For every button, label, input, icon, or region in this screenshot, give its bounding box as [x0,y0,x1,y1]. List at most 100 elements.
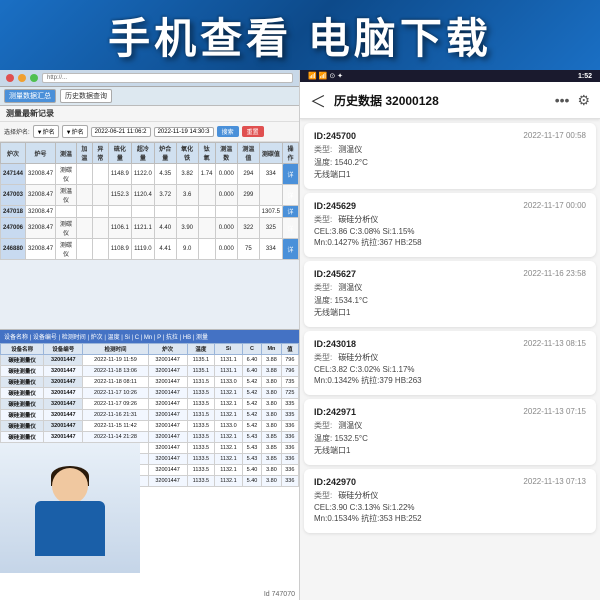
spreadsheet-cell: 3.88 [262,366,281,377]
date-select[interactable]: ▼炉名 [62,125,88,138]
date-from[interactable]: 2022-06-21 11:06:2 [91,127,151,137]
record-type-label: 类型: [314,214,332,225]
table-cell[interactable]: 详 [283,185,299,206]
sp-col-temp: 温度 [187,344,215,355]
table-cell: 1307.5 [259,206,282,218]
table-cell: 32008.47 [26,218,56,239]
status-time: 1:52 [578,73,592,80]
table-cell: 1106.1 [108,218,131,239]
record-type-row: 类型:测温仪 [314,420,586,431]
spreadsheet-cell: 336 [281,443,298,454]
spreadsheet-cell: 1132.1 [215,454,243,465]
table-cell[interactable]: 详 [283,239,299,260]
spreadsheet-cell: 5.40 [242,476,261,487]
spreadsheet-cell: 32001447 [44,410,83,421]
record-id: ID:245629 [314,201,356,211]
person-silhouette [0,443,140,573]
record-type-row: 类型:碳硅分析仪 [314,214,586,225]
table-cell[interactable]: 详 [283,218,299,239]
record-detail2: 无线端口1 [314,169,586,180]
sp-col-val: 值 [281,344,298,355]
spreadsheet-cell: 5.42 [242,421,261,432]
person-torso [35,501,105,556]
search-button[interactable]: 搜索 [217,126,239,137]
record-card[interactable]: ID:2457002022-11-17 00:58类型:测温仪温度: 1540.… [304,123,596,189]
col-iron-oxide: 氧化铁 [176,143,198,164]
spreadsheet-cell: 2022-11-19 11:59 [83,355,148,366]
record-header: ID:2429702022-11-13 07:13 [314,477,586,487]
table-cell: 0.000 [215,218,237,239]
spreadsheet-cell: 3.85 [262,432,281,443]
sp-col-c: C [242,344,261,355]
spreadsheet-cell: 32001447 [148,454,187,465]
table-cell[interactable]: 详 [283,164,299,185]
table-cell: 247144 [1,164,26,185]
table-cell: 4.41 [154,239,176,260]
table-cell [131,206,154,218]
spreadsheet-cell: 2022-11-16 21:31 [83,410,148,421]
spreadsheet-bar: 设备名称 | 设备编号 | 检测时间 | 炉次 | 温度 | Si | C | … [4,335,208,341]
table-cell: 247018 [1,206,26,218]
left-panel: http://... 测量数据汇总 历史数据查询 测量最新记录 选择炉名: ▼炉… [0,70,300,600]
spreadsheet-cell: 碳硅测量仪 [1,366,44,377]
table-cell[interactable]: 详 [283,206,299,218]
record-card[interactable]: ID:2429712022-11-13 07:15类型:测温仪温度: 1532.… [304,399,596,465]
record-type-row: 类型:碳硅分析仪 [314,490,586,501]
table-cell: 1121.1 [131,218,154,239]
spreadsheet-cell: 1132.1 [215,399,243,410]
spreadsheet-cell: 碳硅测量仪 [1,432,44,443]
spreadsheet-cell: 32001447 [44,421,83,432]
record-header: ID:2430182022-11-13 08:15 [314,339,586,349]
record-type-row: 类型:碳硅分析仪 [314,352,586,363]
spreadsheet-cell: 32001447 [148,355,187,366]
record-type-row: 类型:测温仪 [314,282,586,293]
record-card[interactable]: ID:2430182022-11-13 08:15类型:碳硅分析仪CEL:3.8… [304,331,596,395]
spreadsheet-cell: 1132.1 [215,465,243,476]
spreadsheet-row: 碳硅测量仪320014472022-11-17 09:2632001447113… [1,399,299,410]
spreadsheet-cell: 32001447 [148,399,187,410]
record-type-value: 测温仪 [338,282,362,293]
spreadsheet-cell: 336 [281,476,298,487]
spreadsheet-cell: 32001447 [148,432,187,443]
col-temp-type: 测温 [56,143,77,164]
nav-tab-summary[interactable]: 测量数据汇总 [4,89,56,103]
reset-button[interactable]: 重置 [242,126,264,137]
back-button[interactable]: ＜ [310,88,326,112]
spreadsheet-cell: 3.80 [262,377,281,388]
record-card[interactable]: ID:2429702022-11-13 07:13 类型:碳硅分析仪 CEL:3.9… [304,469,596,533]
table-cell [76,218,92,239]
spreadsheet-cell: 1131.1 [215,355,243,366]
spreadsheet-cell: 5.43 [242,454,261,465]
col-sulfur: 硫化量 [108,143,131,164]
nav-tab-history[interactable]: 历史数据查询 [60,89,112,103]
spreadsheet-cell: 5.40 [242,465,261,476]
spreadsheet-cell: 6.40 [242,366,261,377]
spreadsheet-cell: 3.85 [262,454,281,465]
table-cell [92,185,108,206]
record-card[interactable]: ID:2456292022-11-17 00:00类型:碳硅分析仪CEL:3.8… [304,193,596,257]
more-options-button[interactable]: ••• [555,92,570,108]
spreadsheet-cell: 32001447 [148,410,187,421]
spreadsheet-cell: 3.80 [262,399,281,410]
record-datetime: 2022-11-16 23:58 [523,269,586,278]
col-error: 异常 [92,143,108,164]
spreadsheet-cell: 碳硅测量仪 [1,388,44,399]
table-cell [176,206,198,218]
spreadsheet-cell: 1133.5 [187,388,215,399]
record-header: ID:2456292022-11-17 00:00 [314,201,586,211]
date-to[interactable]: 2022-11-19 14:30:3 [154,127,214,137]
spreadsheet-cell: 735 [281,377,298,388]
table-cell: 325 [259,218,282,239]
spreadsheet-cell: 3.80 [262,388,281,399]
record-detail1: CEL:3.90 C:3.13% Si:1.22% [314,503,586,512]
spreadsheet-cell: 1133.5 [187,476,215,487]
table-cell: 4.40 [154,218,176,239]
mobile-records-list: ID:2457002022-11-17 00:58类型:测温仪温度: 1540.… [300,119,600,600]
spreadsheet-container: 设备名称 设备编号 检测时间 炉次 温度 Si C Mn 值 碳硅测量仪3200… [0,343,299,573]
record-card[interactable]: ID:2456272022-11-16 23:58类型:测温仪温度: 1534.… [304,261,596,327]
furnace-select[interactable]: ▼炉名 [33,125,59,138]
browser-url: http://... [42,73,293,83]
spreadsheet-cell: 5.42 [242,410,261,421]
spreadsheet-cell: 1132.1 [215,388,243,399]
settings-button[interactable]: ⚙ [577,92,590,109]
